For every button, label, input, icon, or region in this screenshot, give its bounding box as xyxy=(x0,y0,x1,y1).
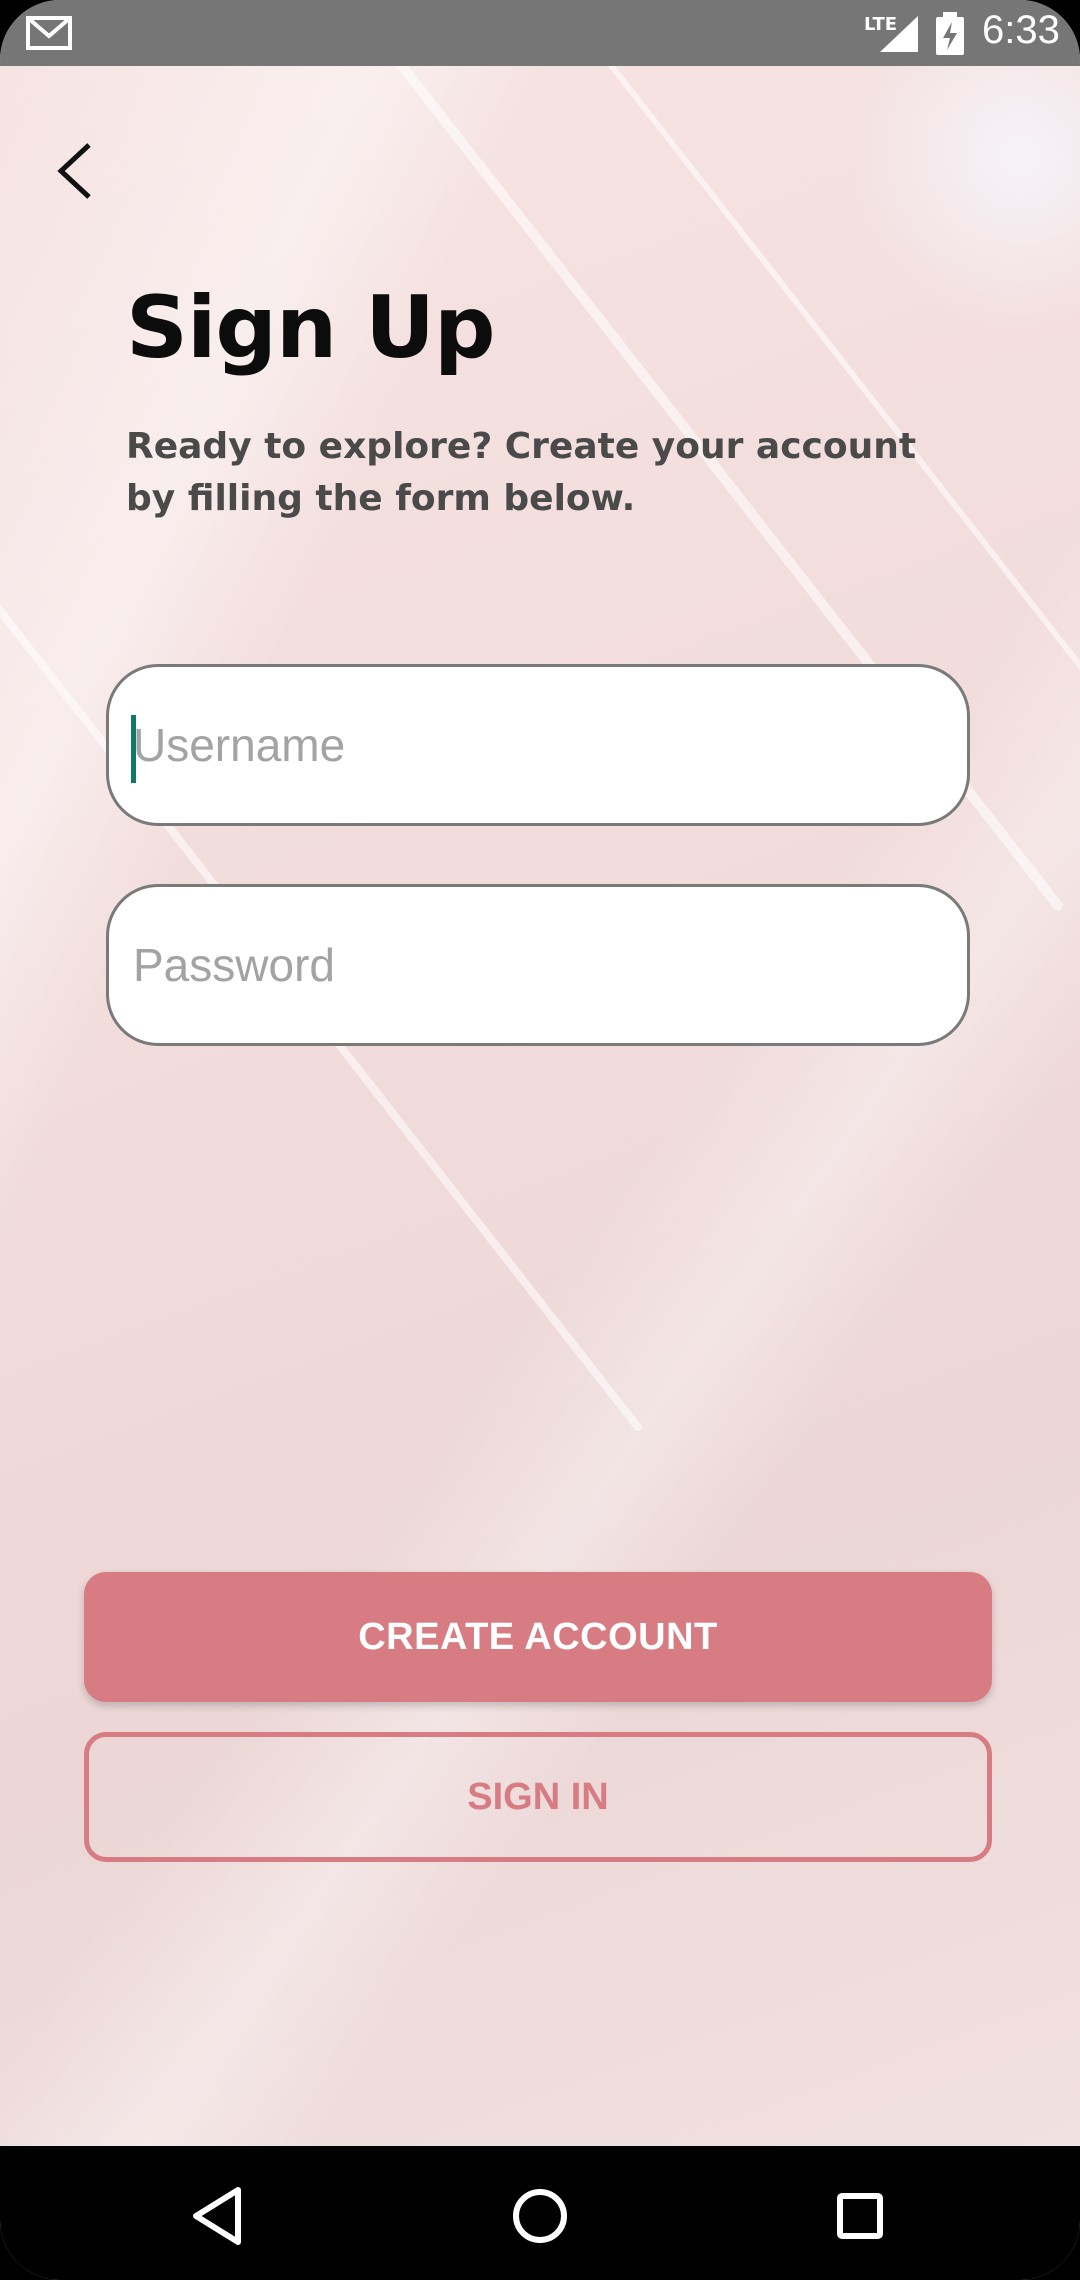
back-button[interactable] xyxy=(40,126,110,216)
page-subtitle: Ready to explore? Create your account by… xyxy=(126,426,917,519)
navigation-bar xyxy=(0,2146,1080,2280)
status-bar: LTE 6:33 xyxy=(0,0,1080,66)
create-account-button[interactable]: CREATE ACCOUNT xyxy=(84,1572,992,1702)
gmail-notification-icon xyxy=(26,12,72,56)
background-highlight xyxy=(840,66,1080,326)
status-time: 6:33 xyxy=(982,8,1060,52)
chevron-left-icon xyxy=(57,143,91,199)
nav-recents-button[interactable] xyxy=(820,2176,900,2256)
username-field[interactable] xyxy=(106,664,970,826)
battery-charging-icon xyxy=(934,12,966,60)
sign-in-button[interactable]: SIGN IN xyxy=(84,1732,992,1862)
circle-home-icon xyxy=(513,2189,567,2243)
username-input[interactable] xyxy=(131,717,967,773)
nav-back-button[interactable] xyxy=(180,2176,260,2256)
sign-up-screen: LTE 6:33 Sign Up Ready to explore? Creat… xyxy=(0,0,1080,2280)
signal-icon xyxy=(874,14,920,58)
triangle-back-icon xyxy=(193,2187,241,2245)
page-title: Sign Up xyxy=(126,278,496,378)
square-recents-icon xyxy=(837,2193,883,2239)
password-input[interactable] xyxy=(131,937,967,993)
main-content: Sign Up Ready to explore? Create your ac… xyxy=(0,66,1080,2146)
password-field[interactable] xyxy=(106,884,970,1046)
nav-home-button[interactable] xyxy=(500,2176,580,2256)
text-cursor xyxy=(131,715,136,783)
